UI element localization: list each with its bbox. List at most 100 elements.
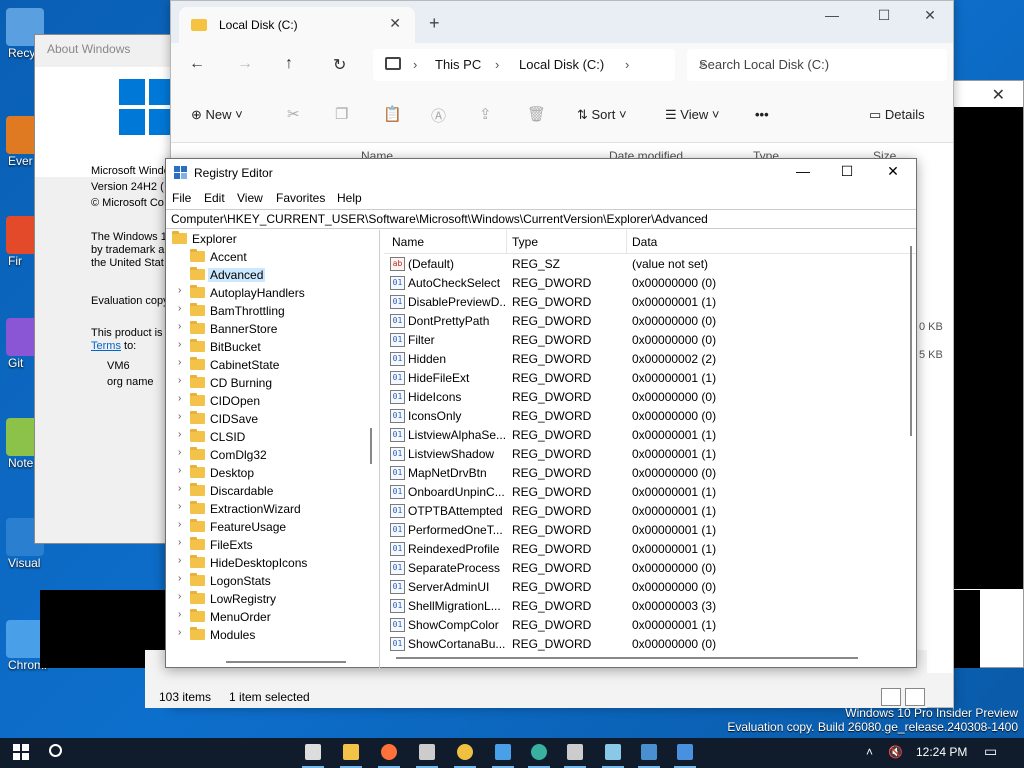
expand-chevron-icon[interactable]: › bbox=[178, 447, 181, 458]
registry-value-row[interactable]: 01 HideIcons REG_DWORD 0x00000000 (0) bbox=[384, 388, 904, 407]
registry-value-row[interactable]: 01 Hidden REG_DWORD 0x00000002 (2) bbox=[384, 350, 904, 369]
delete-icon[interactable]: 🗑 bbox=[527, 105, 546, 123]
forward-icon[interactable]: → bbox=[237, 55, 253, 73]
registry-value-row[interactable]: 01 PerformedOneT... REG_DWORD 0x00000001 (1… bbox=[384, 521, 904, 540]
registry-value-row[interactable]: 01 OTPTBAttempted REG_DWORD 0x00000001 (1) bbox=[384, 502, 904, 521]
expand-chevron-icon[interactable]: › bbox=[178, 357, 181, 368]
menu-favorites[interactable]: Favorites bbox=[276, 191, 325, 205]
tiles-view-icon[interactable] bbox=[905, 688, 925, 706]
close-tab-icon[interactable]: ✕ bbox=[389, 15, 401, 32]
edge-icon[interactable] bbox=[522, 738, 556, 768]
address-bar[interactable]: › This PC › Local Disk (C:) › bbox=[373, 49, 675, 81]
close-icon[interactable]: ✕ bbox=[870, 163, 916, 180]
new-tab-icon[interactable]: + bbox=[429, 13, 440, 34]
expand-chevron-icon[interactable]: › bbox=[178, 627, 181, 638]
tree-horizontal-scrollbar[interactable] bbox=[226, 661, 346, 663]
terms-link[interactable]: Terms bbox=[91, 340, 121, 352]
menu-edit[interactable]: Edit bbox=[204, 191, 225, 205]
cut-icon[interactable]: ✂ bbox=[287, 105, 305, 123]
expand-chevron-icon[interactable]: › bbox=[178, 519, 181, 530]
registry-value-row[interactable]: 01 OnboardUnpinC... REG_DWORD 0x00000001 (1… bbox=[384, 483, 904, 502]
expand-chevron-icon[interactable]: › bbox=[178, 537, 181, 548]
task-view-icon[interactable] bbox=[296, 738, 330, 768]
tab-local-disk[interactable]: Local Disk (C:) ✕ bbox=[179, 7, 415, 43]
search-box[interactable]: Search Local Disk (C:) ⌕ bbox=[687, 49, 947, 81]
registry-value-row[interactable]: 01 DontPrettyPath REG_DWORD 0x00000000 (0) bbox=[384, 312, 904, 331]
registry-value-row[interactable]: 01 ListviewShadow REG_DWORD 0x00000001 (1) bbox=[384, 445, 904, 464]
details-view-icon[interactable] bbox=[881, 688, 901, 706]
sort-button[interactable]: ⇅ Sort ˅ bbox=[577, 107, 627, 123]
expand-chevron-icon[interactable]: › bbox=[178, 609, 181, 620]
maximize-icon[interactable]: ☐ bbox=[824, 163, 870, 180]
breadcrumb-local-disk[interactable]: Local Disk (C:) bbox=[519, 57, 604, 72]
copy-icon[interactable]: ❐ bbox=[335, 105, 353, 123]
notifications-icon[interactable]: ▭ bbox=[984, 743, 997, 760]
expand-chevron-icon[interactable]: › bbox=[178, 393, 181, 404]
registry-value-row[interactable]: 01 ShowCompColor REG_DWORD 0x00000001 (1) bbox=[384, 616, 904, 635]
values-scrollbar[interactable] bbox=[910, 246, 912, 436]
new-button[interactable]: ⊕ New ˅ bbox=[191, 107, 243, 123]
column-data[interactable]: Data bbox=[632, 235, 657, 249]
refresh-icon[interactable]: ↻ bbox=[333, 55, 346, 75]
registry-value-row[interactable]: 01 SeparateProcess REG_DWORD 0x00000000 (0) bbox=[384, 559, 904, 578]
maximize-icon[interactable]: ☐ bbox=[861, 7, 907, 24]
chromium-icon[interactable] bbox=[448, 738, 482, 768]
window-icon[interactable] bbox=[632, 738, 666, 768]
registry-value-row[interactable]: 01 ReindexedProfile REG_DWORD 0x00000001 (1… bbox=[384, 540, 904, 559]
firefox-icon[interactable] bbox=[372, 738, 406, 768]
close-icon[interactable]: ✕ bbox=[992, 85, 1005, 105]
tree-scrollbar[interactable] bbox=[364, 230, 379, 656]
registry-address-bar[interactable]: Computer\HKEY_CURRENT_USER\Software\Micr… bbox=[166, 209, 916, 229]
menu-view[interactable]: View bbox=[237, 191, 263, 205]
registry-value-row[interactable]: 01 ListviewAlphaSe... REG_DWORD 0x00000001 … bbox=[384, 426, 904, 445]
expand-chevron-icon[interactable]: › bbox=[178, 339, 181, 350]
menu-file[interactable]: File bbox=[172, 191, 191, 205]
search-icon[interactable] bbox=[40, 738, 74, 768]
clock[interactable]: 12:24 PM bbox=[916, 745, 967, 759]
values-horizontal-scrollbar[interactable] bbox=[396, 657, 858, 659]
registry-value-row[interactable]: ab (Default) REG_SZ (value not set) bbox=[384, 255, 904, 274]
menu-help[interactable]: Help bbox=[337, 191, 362, 205]
expand-chevron-icon[interactable]: › bbox=[178, 483, 181, 494]
details-button[interactable]: ▭ Details bbox=[869, 107, 925, 123]
share-icon[interactable]: ⇪ bbox=[479, 105, 497, 123]
volume-muted-icon[interactable]: 🔇 bbox=[888, 745, 903, 759]
close-icon[interactable]: ✕ bbox=[907, 7, 953, 24]
expand-chevron-icon[interactable]: › bbox=[178, 303, 181, 314]
console-icon[interactable] bbox=[558, 738, 592, 768]
start-icon[interactable] bbox=[4, 738, 38, 768]
registry-value-row[interactable]: 01 ShowCortanaBu... REG_DWORD 0x00000000 (0… bbox=[384, 635, 904, 654]
registry-value-row[interactable]: 01 MapNetDrvBtn REG_DWORD 0x00000000 (0) bbox=[384, 464, 904, 483]
paste-icon[interactable]: 📋 bbox=[383, 105, 402, 123]
expand-chevron-icon[interactable]: › bbox=[178, 501, 181, 512]
more-options-button[interactable]: ••• bbox=[755, 107, 769, 122]
minimize-icon[interactable]: — bbox=[809, 7, 855, 23]
view-button[interactable]: ☰ View ˅ bbox=[665, 107, 719, 123]
notepad-icon[interactable] bbox=[596, 738, 630, 768]
registry-value-row[interactable]: 01 AutoCheckSelect REG_DWORD 0x00000000 (0) bbox=[384, 274, 904, 293]
expand-chevron-icon[interactable]: › bbox=[178, 465, 181, 476]
expand-chevron-icon[interactable]: › bbox=[178, 429, 181, 440]
rename-icon[interactable]: Ⓐ bbox=[431, 105, 449, 125]
registry-value-row[interactable]: 01 HideFileExt REG_DWORD 0x00000001 (1) bbox=[384, 369, 904, 388]
registry-value-row[interactable]: 01 ServerAdminUI REG_DWORD 0x00000000 (0) bbox=[384, 578, 904, 597]
expand-chevron-icon[interactable]: › bbox=[178, 285, 181, 296]
registry-value-row[interactable]: 01 Filter REG_DWORD 0x00000000 (0) bbox=[384, 331, 904, 350]
expand-chevron-icon[interactable]: › bbox=[178, 573, 181, 584]
up-icon[interactable]: ↑ bbox=[285, 55, 293, 73]
regedit-icon[interactable] bbox=[668, 738, 702, 768]
column-type[interactable]: Type bbox=[512, 235, 538, 249]
expand-chevron-icon[interactable]: › bbox=[178, 591, 181, 602]
minimize-icon[interactable]: — bbox=[780, 163, 826, 179]
registry-value-row[interactable]: 01 IconsOnly REG_DWORD 0x00000000 (0) bbox=[384, 407, 904, 426]
registry-value-row[interactable]: 01 ShellMigrationL... REG_DWORD 0x00000003 … bbox=[384, 597, 904, 616]
terminal-icon[interactable] bbox=[410, 738, 444, 768]
file-explorer-icon[interactable] bbox=[334, 738, 368, 768]
expand-chevron-icon[interactable]: › bbox=[178, 555, 181, 566]
expand-chevron-icon[interactable]: › bbox=[178, 411, 181, 422]
registry-value-row[interactable]: 01 DisablePreviewD... REG_DWORD 0x00000001 … bbox=[384, 293, 904, 312]
photos-icon[interactable] bbox=[486, 738, 520, 768]
back-icon[interactable]: ← bbox=[189, 55, 205, 73]
column-name[interactable]: Name bbox=[392, 235, 424, 249]
breadcrumb-this-pc[interactable]: This PC bbox=[435, 57, 481, 72]
